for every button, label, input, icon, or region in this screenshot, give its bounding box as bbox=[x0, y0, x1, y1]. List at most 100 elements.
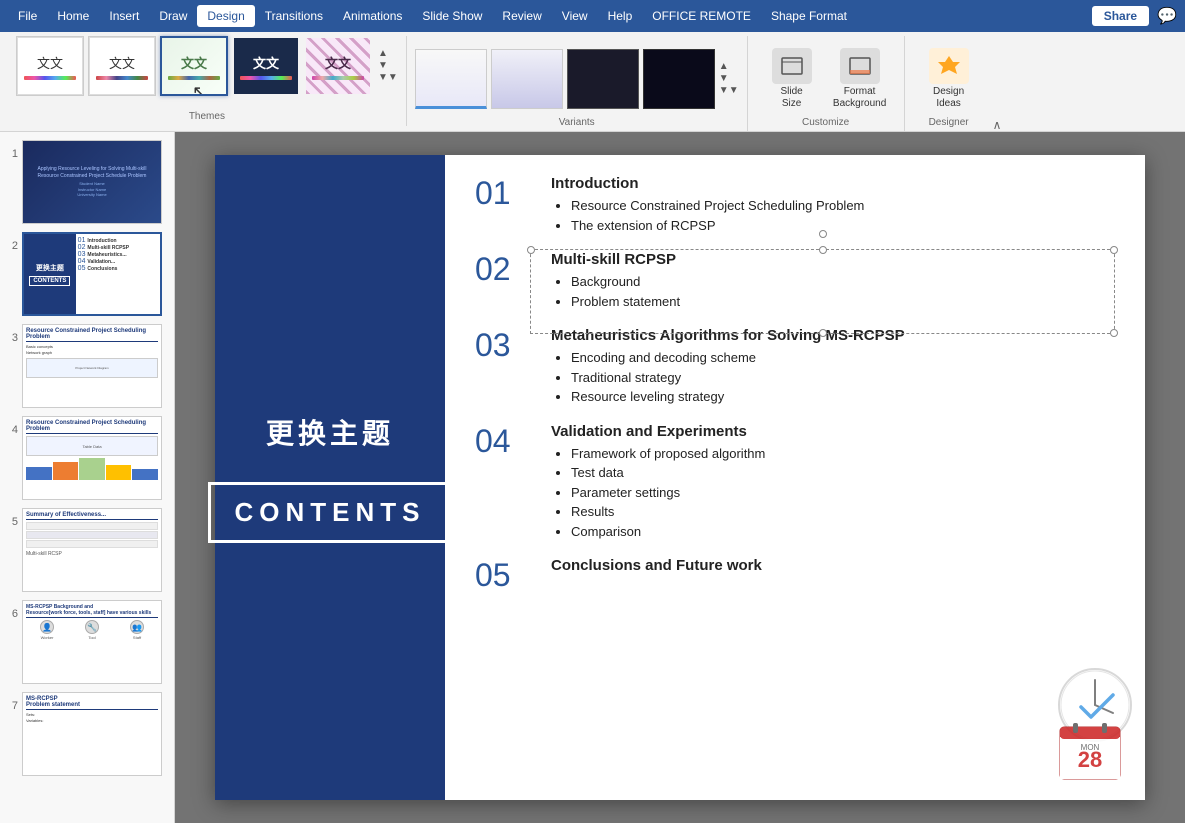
menu-review[interactable]: Review bbox=[492, 5, 551, 27]
menu-transitions[interactable]: Transitions bbox=[255, 5, 333, 27]
bullet-item: Test data bbox=[571, 463, 1115, 483]
variants-scroll-more[interactable]: ▼▼ bbox=[719, 85, 739, 97]
ribbon: 文文 文文 文文 ↖ 文文 bbox=[0, 32, 1185, 132]
theme-4[interactable]: 文文 bbox=[232, 36, 300, 96]
svg-text:MON: MON bbox=[1081, 743, 1100, 752]
variants-section: ▲ ▼ ▼▼ Variants bbox=[407, 36, 748, 132]
variants-list: ▲ ▼ ▼▼ bbox=[415, 40, 739, 117]
themes-section: 文文 文文 文文 ↖ 文文 bbox=[8, 36, 407, 126]
share-button[interactable]: Share bbox=[1092, 6, 1149, 26]
slide-2-thumb[interactable]: 更换主题 CONTENTS 01 Introduction 02 Multi-s… bbox=[22, 232, 162, 316]
designer-btn[interactable]: DesignIdeas bbox=[921, 40, 977, 117]
slide-1-wrapper: 1 Applying Resource Leveling for Solving… bbox=[4, 140, 170, 224]
content-text-03: Metaheuristics Algorithms for Solving MS… bbox=[551, 327, 1115, 407]
slide-7-thumb[interactable]: MS-RCPSPProblem statement Sets: Variable… bbox=[22, 692, 162, 776]
slide-panel: 1 Applying Resource Leveling for Solving… bbox=[0, 132, 175, 823]
slide-7-num: 7 bbox=[4, 692, 18, 712]
bullet-item: Background bbox=[571, 272, 1115, 292]
menu-bar: File Home Insert Draw Design Transitions… bbox=[0, 0, 1185, 32]
content-bullets-02: Background Problem statement bbox=[551, 272, 1115, 311]
theme-1[interactable]: 文文 bbox=[16, 36, 84, 96]
slide-4-thumb[interactable]: Resource Constrained Project Scheduling … bbox=[22, 416, 162, 500]
menu-draw[interactable]: Draw bbox=[149, 5, 197, 27]
menu-insert[interactable]: Insert bbox=[99, 5, 149, 27]
slide-2-wrapper: 2 更换主题 CONTENTS 01 Introduction 02 Multi… bbox=[4, 232, 170, 316]
contents-label: CONTENTS bbox=[235, 497, 426, 527]
content-item-04: 04 Validation and Experiments Framework … bbox=[475, 423, 1115, 542]
menu-officeremote[interactable]: OFFICE REMOTE bbox=[642, 5, 761, 27]
slide-3-thumb[interactable]: Resource Constrained Project Scheduling … bbox=[22, 324, 162, 408]
variant-4[interactable] bbox=[643, 49, 715, 109]
menu-slideshow[interactable]: Slide Show bbox=[412, 5, 492, 27]
slide-5-thumb[interactable]: Summary of Effectiveness... Multi-skill … bbox=[22, 508, 162, 592]
menu-animations[interactable]: Animations bbox=[333, 5, 412, 27]
canvas-area: 更换主题 CONTENTS 01 Introduction Resource C… bbox=[175, 132, 1185, 823]
content-text-04: Validation and Experiments Framework of … bbox=[551, 423, 1115, 542]
menu-shapeformat[interactable]: Shape Format bbox=[761, 5, 857, 27]
content-item-01: 01 Introduction Resource Constrained Pro… bbox=[475, 175, 1115, 235]
menu-view[interactable]: View bbox=[552, 5, 598, 27]
variant-3[interactable] bbox=[567, 49, 639, 109]
comment-icon[interactable]: 💬 bbox=[1157, 6, 1177, 26]
bullet-item: Traditional strategy bbox=[571, 368, 1115, 388]
slide-3-num: 3 bbox=[4, 324, 18, 344]
content-heading-04: Validation and Experiments bbox=[551, 423, 1115, 440]
slide-size-button[interactable]: SlideSize bbox=[764, 48, 820, 110]
content-num-03: 03 bbox=[475, 327, 535, 407]
content-item-05: 05 Conclusions and Future work bbox=[475, 557, 1115, 594]
theme-5[interactable]: 文文 bbox=[304, 36, 372, 96]
slide-6-thumb[interactable]: MS-RCPSP Background andResource[work for… bbox=[22, 600, 162, 684]
content-num-02: 02 bbox=[475, 251, 535, 311]
slide-left-panel: 更换主题 CONTENTS bbox=[215, 155, 445, 800]
designer-label: Designer bbox=[921, 117, 977, 132]
slide-6-wrapper: 6 MS-RCPSP Background andResource[work f… bbox=[4, 600, 170, 684]
contents-box[interactable]: CONTENTS bbox=[208, 482, 453, 543]
menu-home[interactable]: Home bbox=[47, 5, 99, 27]
menu-file[interactable]: File bbox=[8, 5, 47, 27]
format-background-label: FormatBackground bbox=[833, 86, 886, 110]
content-bullets-03: Encoding and decoding scheme Traditional… bbox=[551, 348, 1115, 407]
bullet-item: Results bbox=[571, 502, 1115, 522]
slide-title-cn: 更换主题 bbox=[266, 412, 394, 452]
main-area: 1 Applying Resource Leveling for Solving… bbox=[0, 132, 1185, 823]
design-ideas-label: DesignIdeas bbox=[933, 86, 964, 110]
themes-scroll: ▲ ▼ ▼▼ bbox=[378, 48, 398, 84]
content-heading-01: Introduction bbox=[551, 175, 1115, 192]
content-num-01: 01 bbox=[475, 175, 535, 235]
slide-1-thumb[interactable]: Applying Resource Leveling for Solving M… bbox=[22, 140, 162, 224]
themes-scroll-more[interactable]: ▼▼ bbox=[378, 72, 398, 84]
slide-1-num: 1 bbox=[4, 140, 18, 160]
slide-size-label: SlideSize bbox=[780, 86, 802, 110]
bullet-item: The extension of RCPSP bbox=[571, 216, 1115, 236]
content-text-02: Multi-skill RCPSP Background Problem sta… bbox=[551, 251, 1115, 311]
slide-3-wrapper: 3 Resource Constrained Project Schedulin… bbox=[4, 324, 170, 408]
slide-canvas: 更换主题 CONTENTS 01 Introduction Resource C… bbox=[215, 155, 1145, 800]
bullet-item: Resource leveling strategy bbox=[571, 387, 1115, 407]
slide-4-wrapper: 4 Resource Constrained Project Schedulin… bbox=[4, 416, 170, 500]
variant-1[interactable] bbox=[415, 49, 487, 109]
variant-2[interactable] bbox=[491, 49, 563, 109]
variants-scroll-down[interactable]: ▼ bbox=[719, 73, 739, 85]
designer-section: DesignIdeas Designer bbox=[905, 36, 993, 132]
menu-design[interactable]: Design bbox=[197, 5, 254, 27]
customize-buttons: SlideSize FormatBackground bbox=[764, 40, 888, 117]
themes-scroll-up[interactable]: ▲ bbox=[378, 48, 398, 60]
format-background-button[interactable]: FormatBackground bbox=[832, 48, 888, 110]
content-text-01: Introduction Resource Constrained Projec… bbox=[551, 175, 1115, 235]
menu-right: Share 💬 bbox=[1092, 6, 1177, 26]
ribbon-collapse-button[interactable]: ∧ bbox=[993, 36, 1009, 136]
variants-scroll-up[interactable]: ▲ bbox=[719, 61, 739, 73]
variants-label: Variants bbox=[415, 117, 739, 132]
content-num-04: 04 bbox=[475, 423, 535, 542]
theme-2[interactable]: 文文 bbox=[88, 36, 156, 96]
theme-3[interactable]: 文文 ↖ bbox=[160, 36, 228, 96]
bullet-item: Resource Constrained Project Scheduling … bbox=[571, 196, 1115, 216]
customize-label: Customize bbox=[764, 117, 888, 132]
content-heading-05: Conclusions and Future work bbox=[551, 557, 1115, 574]
content-bullets-01: Resource Constrained Project Scheduling … bbox=[551, 196, 1115, 235]
bullet-item: Framework of proposed algorithm bbox=[571, 444, 1115, 464]
slide-2-num: 2 bbox=[4, 232, 18, 252]
content-item-02: 02 Multi-skill RCPSP Background Problem … bbox=[475, 251, 1115, 311]
menu-help[interactable]: Help bbox=[598, 5, 643, 27]
themes-scroll-down[interactable]: ▼ bbox=[378, 60, 398, 72]
